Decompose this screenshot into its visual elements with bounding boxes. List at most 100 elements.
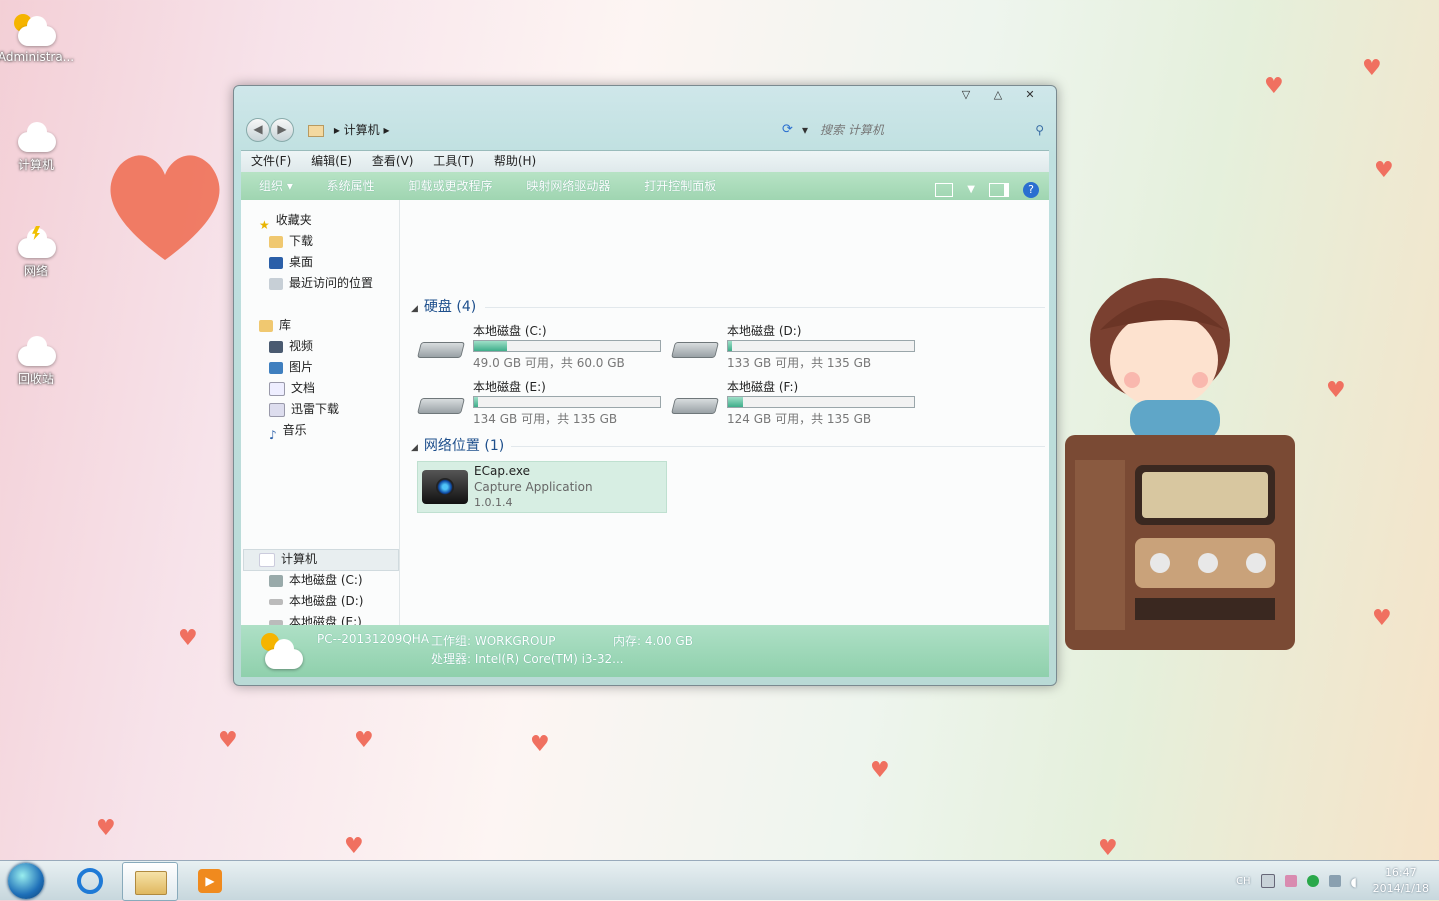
system-properties-button[interactable]: 系统属性 — [327, 179, 375, 193]
media-player-icon: ▶ — [198, 869, 222, 893]
map-network-drive-button[interactable]: 映射网络驱动器 — [526, 179, 610, 193]
drive-usage-bar — [727, 340, 915, 352]
details-pane: PC--20131209QHA 工作组: WORKGROUP 内存: 4.00 … — [241, 625, 1049, 677]
network-icon[interactable] — [1328, 875, 1341, 887]
nav-label: 本地磁盘 (C:) — [289, 573, 363, 587]
nav-item-downloads[interactable]: 下载 — [269, 231, 313, 251]
breadcrumb-computer[interactable]: 计算机 — [344, 123, 380, 137]
start-button[interactable] — [8, 863, 44, 899]
drive-usage-fill — [728, 341, 732, 351]
wallpaper-heart: ♥ — [1372, 606, 1392, 631]
workgroup: 工作组: WORKGROUP — [431, 634, 556, 648]
desktop-icon-network[interactable]: 网络 — [0, 226, 76, 279]
refresh-icon[interactable]: ⟳ — [782, 119, 793, 141]
navigation-pane: ★ 收藏夹 下载 桌面 最近访问的位置 库 视频 图片 文档 迅雷下载 ♪ 音乐 计… — [241, 200, 400, 629]
wallpaper-heart: ♥ — [1374, 158, 1394, 183]
taskbar-explorer[interactable] — [122, 862, 178, 901]
network-icon — [14, 226, 58, 260]
forward-button[interactable]: ▶ — [270, 118, 294, 142]
library-icon — [259, 319, 273, 332]
nav-item-documents[interactable]: 文档 — [269, 378, 315, 398]
network-item-description: Capture Application — [474, 480, 593, 494]
nav-item-desktop[interactable]: 桌面 — [269, 252, 313, 272]
menu-file[interactable]: 文件(F) — [251, 154, 291, 168]
menu-bar: 文件(F) 编辑(E) 查看(V) 工具(T) 帮助(H) — [241, 150, 1049, 172]
nav-item-videos[interactable]: 视频 — [269, 336, 313, 356]
drive-name: 本地磁盘 (C:) — [473, 324, 547, 338]
drive-f[interactable]: 本地磁盘 (F:) 124 GB 可用，共 135 GB — [671, 376, 921, 428]
nav-item-music[interactable]: ♪ 音乐 — [269, 420, 307, 442]
nav-favorites[interactable]: ★ 收藏夹 — [259, 210, 312, 232]
network-item-name: ECap.exe — [474, 464, 531, 478]
network-group-header[interactable]: ◢ 网络位置 (1) — [411, 435, 504, 455]
taskbar-media-player[interactable]: ▶ — [184, 862, 238, 899]
nav-libraries[interactable]: 库 — [259, 315, 291, 335]
recycle-bin-icon — [14, 334, 58, 368]
search-input[interactable]: 搜索 计算机 ⚲ — [810, 119, 1046, 141]
hard-drive-icon — [671, 334, 719, 360]
network-item-version: 1.0.1.4 — [474, 496, 513, 509]
drive-name: 本地磁盘 (D:) — [727, 324, 802, 338]
menu-tools[interactable]: 工具(T) — [433, 154, 474, 168]
documents-icon — [269, 381, 285, 396]
nav-label: 最近访问的位置 — [289, 276, 374, 290]
security-icon[interactable] — [1306, 875, 1319, 887]
internet-explorer-icon — [77, 868, 103, 894]
users-icon[interactable] — [1284, 875, 1297, 887]
system-tray: CH ◖ 16:47 2014/1/18 — [1236, 865, 1429, 897]
address-dropdown-icon[interactable]: ▾ — [802, 119, 808, 141]
desktop-icon-user-folder[interactable]: Administra... — [0, 14, 76, 64]
nav-item-pictures[interactable]: 图片 — [269, 357, 313, 377]
clock-date: 2014/1/18 — [1372, 882, 1429, 895]
minimize-button[interactable]: ▽ — [950, 88, 982, 104]
folder-icon — [308, 124, 324, 137]
change-view-icon[interactable] — [935, 183, 954, 197]
preview-pane-icon[interactable] — [989, 183, 1009, 197]
nav-computer[interactable]: 计算机 — [259, 549, 317, 569]
drive-e[interactable]: 本地磁盘 (E:) 134 GB 可用，共 135 GB — [417, 376, 667, 428]
recent-places-icon — [269, 277, 283, 290]
address-bar[interactable]: ▸ 计算机 ▸ ▾ — [308, 119, 808, 141]
back-button[interactable]: ◀ — [246, 118, 270, 142]
uninstall-program-button[interactable]: 卸载或更改程序 — [409, 179, 493, 193]
nav-item-drive-d[interactable]: 本地磁盘 (D:) — [269, 591, 363, 611]
clock[interactable]: 16:47 2014/1/18 — [1373, 865, 1429, 897]
desktop-icon-label: 计算机 — [17, 158, 54, 172]
open-control-panel-button[interactable]: 打开控制面板 — [644, 179, 716, 193]
drive-usage-bar — [473, 396, 661, 408]
network-item-ecap[interactable]: ECap.exe Capture Application 1.0.1.4 — [417, 461, 667, 513]
music-note-icon: ♪ — [269, 427, 277, 442]
wallpaper-heart: ♥ — [96, 816, 116, 841]
organize-button[interactable]: 组织 ▾ — [259, 179, 293, 193]
desktop-icon-computer[interactable]: 计算机 — [0, 120, 76, 173]
drive-name: 本地磁盘 (F:) — [727, 380, 799, 394]
desktop-icon-recycle-bin[interactable]: 回收站 — [0, 334, 76, 387]
maximize-button[interactable]: △ — [982, 88, 1014, 104]
nav-item-drive-c[interactable]: 本地磁盘 (C:) — [269, 570, 363, 590]
nav-label: 计算机 — [281, 552, 318, 566]
search-icon[interactable]: ⚲ — [1035, 119, 1044, 141]
taskbar-internet-explorer[interactable] — [64, 862, 118, 899]
collapse-arrow-icon: ◢ — [411, 443, 418, 453]
explorer-window: ▽ △ ✕ ◀ ▶ ▸ 计算机 ▸ ▾ ⟳ 搜索 计算机 ⚲ 文件(F) 编辑(… — [233, 85, 1057, 686]
volume-icon[interactable]: ◖ — [1351, 875, 1363, 889]
drives-group-header[interactable]: ◢ 硬盘 (4) — [411, 296, 476, 316]
nav-item-thunder-downloads[interactable]: 迅雷下载 — [269, 399, 339, 419]
downloads-folder-icon — [269, 235, 283, 248]
language-indicator[interactable]: CH — [1236, 876, 1251, 887]
desktop-icon — [269, 256, 283, 269]
help-icon[interactable]: ? — [1023, 182, 1039, 198]
nav-item-recent-places[interactable]: 最近访问的位置 — [269, 273, 373, 293]
window-body: ★ 收藏夹 下载 桌面 最近访问的位置 库 视频 图片 文档 迅雷下载 ♪ 音乐 计… — [241, 200, 1049, 629]
wallpaper-heart: ♥ — [344, 834, 364, 859]
close-button[interactable]: ✕ — [1014, 88, 1046, 104]
menu-edit[interactable]: 编辑(E) — [311, 154, 352, 168]
menu-view[interactable]: 查看(V) — [372, 154, 414, 168]
drive-d[interactable]: 本地磁盘 (D:) 133 GB 可用，共 135 GB — [671, 320, 921, 372]
drive-free-space: 134 GB 可用，共 135 GB — [473, 412, 618, 426]
nav-label: 视频 — [289, 339, 314, 353]
keyboard-icon[interactable] — [1260, 874, 1275, 888]
nav-label: 音乐 — [282, 423, 307, 437]
menu-help[interactable]: 帮助(H) — [494, 154, 536, 168]
drive-c[interactable]: 本地磁盘 (C:) 49.0 GB 可用，共 60.0 GB — [417, 320, 667, 372]
